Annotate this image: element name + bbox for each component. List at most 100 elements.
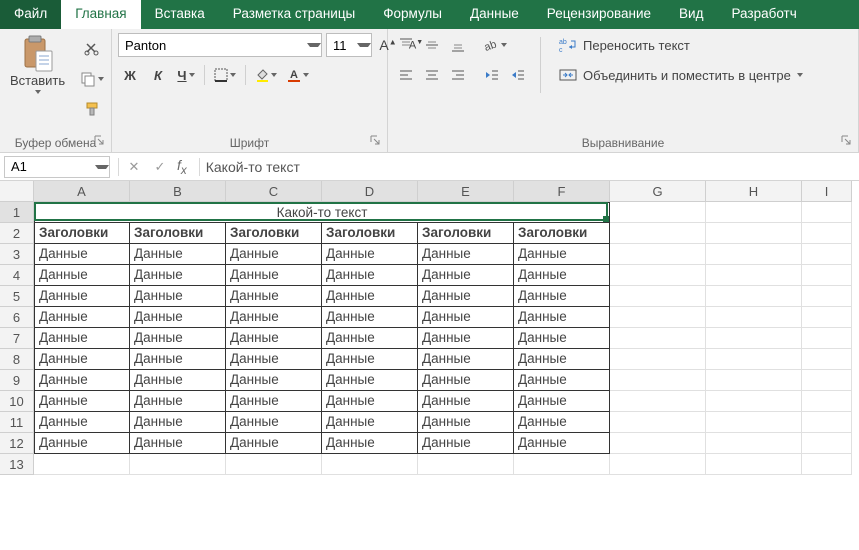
font-dialog-launcher[interactable]	[369, 134, 383, 148]
row-header[interactable]: 1	[0, 202, 34, 223]
bold-button[interactable]: Ж	[118, 63, 142, 87]
cell[interactable]	[610, 433, 706, 454]
cell[interactable]: Данные	[130, 391, 226, 412]
cell[interactable]	[610, 223, 706, 244]
menu-tab-8[interactable]: Разработч	[717, 0, 810, 29]
cell[interactable]: Данные	[130, 244, 226, 265]
cell[interactable]	[610, 328, 706, 349]
cell[interactable]: Заголовки	[130, 223, 226, 244]
align-middle-button[interactable]	[420, 33, 444, 57]
row-header[interactable]: 2	[0, 223, 34, 244]
cell[interactable]: Данные	[34, 328, 130, 349]
cell[interactable]: Данные	[322, 349, 418, 370]
cell[interactable]: Данные	[418, 349, 514, 370]
cell[interactable]	[418, 454, 514, 475]
row-header[interactable]: 5	[0, 286, 34, 307]
row-header[interactable]: 11	[0, 412, 34, 433]
fx-icon[interactable]: fx	[173, 157, 197, 177]
cell[interactable]	[706, 370, 802, 391]
cell[interactable]	[610, 412, 706, 433]
cell[interactable]: Данные	[418, 391, 514, 412]
cell[interactable]	[802, 328, 852, 349]
row-header[interactable]: 10	[0, 391, 34, 412]
merge-center-button[interactable]: Объединить и поместить в центре	[551, 63, 811, 87]
cell[interactable]: Заголовки	[514, 223, 610, 244]
cell[interactable]	[802, 265, 852, 286]
cell[interactable]	[34, 454, 130, 475]
cell[interactable]	[226, 454, 322, 475]
cell[interactable]	[706, 391, 802, 412]
menu-tab-5[interactable]: Данные	[456, 0, 533, 29]
cell[interactable]	[802, 349, 852, 370]
font-size-combo[interactable]	[326, 33, 372, 57]
cell[interactable]: Данные	[34, 370, 130, 391]
cell[interactable]	[706, 202, 802, 223]
cell[interactable]: Данные	[514, 244, 610, 265]
borders-button[interactable]	[211, 63, 239, 87]
font-name-input[interactable]	[119, 34, 307, 56]
align-bottom-button[interactable]	[446, 33, 470, 57]
underline-button[interactable]: Ч	[174, 63, 198, 87]
cell[interactable]: Данные	[130, 286, 226, 307]
row-header[interactable]: 9	[0, 370, 34, 391]
row-header[interactable]: 3	[0, 244, 34, 265]
row-header[interactable]: 8	[0, 349, 34, 370]
cell[interactable]: Данные	[322, 433, 418, 454]
column-header[interactable]: E	[418, 181, 514, 202]
cell[interactable]: Заголовки	[34, 223, 130, 244]
cell[interactable]: Данные	[322, 370, 418, 391]
column-header[interactable]: F	[514, 181, 610, 202]
cut-button[interactable]	[77, 37, 107, 61]
row-header[interactable]: 12	[0, 433, 34, 454]
column-header[interactable]: A	[34, 181, 130, 202]
cell[interactable]	[610, 286, 706, 307]
cell[interactable]: Данные	[514, 328, 610, 349]
align-right-button[interactable]	[446, 63, 470, 87]
cell[interactable]: Данные	[322, 391, 418, 412]
cell[interactable]: Данные	[34, 265, 130, 286]
cell[interactable]: Данные	[34, 391, 130, 412]
cell[interactable]: Заголовки	[322, 223, 418, 244]
merged-title-cell[interactable]: Какой-то текст	[34, 202, 610, 223]
decrease-indent-button[interactable]	[480, 63, 504, 87]
cell[interactable]: Данные	[418, 370, 514, 391]
cell[interactable]	[802, 454, 852, 475]
cell[interactable]: Данные	[514, 307, 610, 328]
cell[interactable]: Данные	[514, 433, 610, 454]
column-header[interactable]: C	[226, 181, 322, 202]
cell[interactable]: Данные	[322, 244, 418, 265]
cell[interactable]	[610, 370, 706, 391]
column-header[interactable]: G	[610, 181, 706, 202]
cell[interactable]	[706, 328, 802, 349]
cell[interactable]: Данные	[418, 286, 514, 307]
cell[interactable]: Данные	[226, 244, 322, 265]
cell[interactable]	[706, 265, 802, 286]
align-left-button[interactable]	[394, 63, 418, 87]
cell[interactable]	[706, 244, 802, 265]
cell[interactable]: Данные	[514, 412, 610, 433]
column-header[interactable]: H	[706, 181, 802, 202]
cell[interactable]: Данные	[226, 412, 322, 433]
cell[interactable]: Данные	[130, 307, 226, 328]
cell[interactable]: Данные	[226, 370, 322, 391]
cell[interactable]: Данные	[514, 370, 610, 391]
cell[interactable]: Данные	[322, 328, 418, 349]
cell[interactable]	[322, 454, 418, 475]
cell[interactable]	[610, 202, 706, 223]
cell[interactable]	[802, 370, 852, 391]
cell[interactable]	[706, 349, 802, 370]
font-size-input[interactable]	[327, 34, 357, 56]
cell[interactable]	[610, 244, 706, 265]
cell[interactable]	[706, 454, 802, 475]
cell[interactable]: Данные	[130, 265, 226, 286]
cell[interactable]: Данные	[418, 265, 514, 286]
cell[interactable]: Данные	[226, 433, 322, 454]
cell[interactable]: Данные	[418, 328, 514, 349]
menu-tab-7[interactable]: Вид	[665, 0, 717, 29]
menu-tab-1[interactable]: Главная	[61, 0, 140, 29]
row-header[interactable]: 4	[0, 265, 34, 286]
cell[interactable]	[802, 223, 852, 244]
cell[interactable]: Данные	[34, 433, 130, 454]
cell[interactable]: Данные	[226, 286, 322, 307]
cell[interactable]: Данные	[226, 349, 322, 370]
